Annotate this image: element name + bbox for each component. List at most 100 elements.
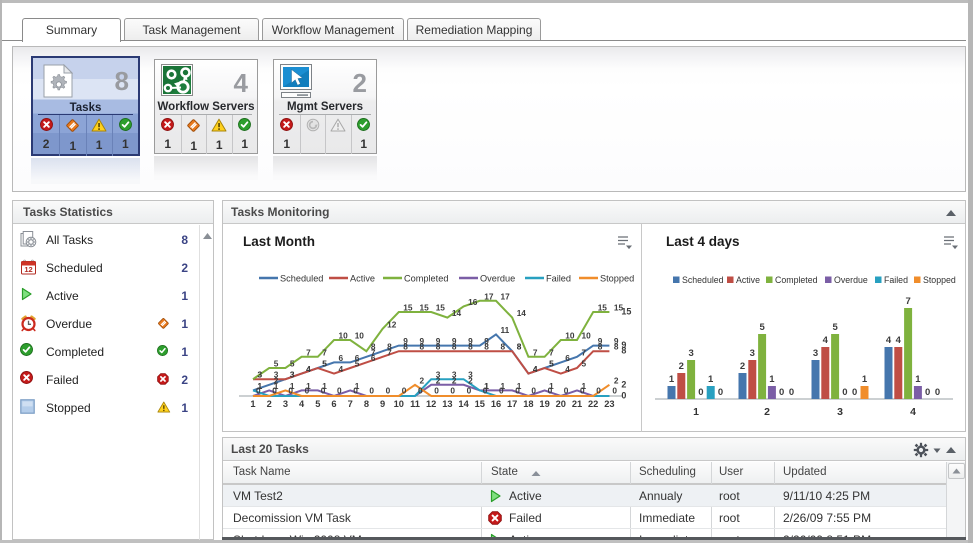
svg-text:8: 8	[621, 346, 626, 356]
svg-text:0: 0	[305, 386, 310, 396]
svg-text:5: 5	[315, 399, 320, 409]
svg-text:0: 0	[321, 386, 326, 396]
svg-text:3: 3	[468, 370, 473, 380]
svg-text:2: 2	[420, 375, 425, 385]
svg-text:4: 4	[339, 364, 344, 374]
svg-text:2: 2	[679, 361, 684, 372]
svg-text:3: 3	[452, 370, 457, 380]
svg-text:10: 10	[339, 331, 349, 341]
svg-text:1: 1	[769, 374, 775, 385]
svg-text:14: 14	[517, 308, 527, 318]
svg-text:0: 0	[842, 387, 847, 398]
svg-text:3: 3	[436, 370, 441, 380]
svg-text:6: 6	[565, 353, 570, 363]
svg-text:3: 3	[274, 370, 279, 380]
svg-text:6: 6	[371, 353, 376, 363]
svg-text:0: 0	[402, 386, 407, 396]
svg-text:8: 8	[614, 342, 619, 352]
svg-text:16: 16	[468, 297, 478, 307]
svg-text:21: 21	[572, 399, 582, 409]
svg-text:3: 3	[813, 348, 818, 359]
svg-text:Active: Active	[350, 274, 375, 284]
svg-text:0: 0	[483, 386, 488, 396]
svg-text:0: 0	[596, 386, 601, 396]
svg-text:1: 1	[669, 374, 675, 385]
svg-text:17: 17	[484, 291, 494, 301]
svg-text:4: 4	[306, 364, 311, 374]
svg-text:Completed: Completed	[775, 275, 818, 285]
svg-text:0: 0	[852, 387, 857, 398]
svg-text:0: 0	[450, 386, 455, 396]
svg-text:7: 7	[322, 347, 327, 357]
svg-text:15: 15	[403, 303, 413, 313]
svg-text:4: 4	[533, 364, 538, 374]
svg-text:1: 1	[862, 374, 868, 385]
svg-text:1: 1	[250, 399, 255, 409]
svg-text:12: 12	[24, 265, 32, 274]
svg-text:Completed: Completed	[404, 274, 448, 284]
svg-text:8: 8	[420, 342, 425, 352]
svg-text:Overdue: Overdue	[480, 274, 515, 284]
svg-text:12: 12	[426, 399, 436, 409]
svg-text:11: 11	[501, 325, 510, 335]
svg-text:17: 17	[507, 399, 517, 409]
svg-text:8: 8	[436, 342, 441, 352]
svg-text:0: 0	[612, 386, 617, 396]
svg-text:4: 4	[910, 406, 916, 418]
svg-text:7: 7	[387, 347, 392, 357]
svg-text:9: 9	[380, 399, 385, 409]
svg-text:0: 0	[698, 387, 703, 398]
svg-text:5: 5	[832, 322, 838, 333]
svg-text:0: 0	[418, 386, 423, 396]
svg-text:7: 7	[533, 347, 538, 357]
svg-text:0: 0	[925, 387, 930, 398]
svg-text:0: 0	[434, 386, 439, 396]
svg-text:5: 5	[290, 359, 295, 369]
svg-text:0: 0	[467, 386, 472, 396]
svg-text:3: 3	[290, 370, 295, 380]
svg-text:3: 3	[837, 406, 843, 418]
svg-text:12: 12	[387, 319, 397, 329]
svg-text:8: 8	[371, 342, 376, 352]
svg-text:1: 1	[693, 406, 699, 418]
svg-text:10: 10	[582, 331, 592, 341]
svg-text:4: 4	[565, 364, 570, 374]
svg-text:6: 6	[339, 353, 344, 363]
svg-text:8: 8	[598, 342, 603, 352]
svg-text:0: 0	[515, 386, 520, 396]
svg-text:Stopped: Stopped	[923, 275, 956, 285]
svg-text:5: 5	[759, 322, 765, 333]
svg-text:7: 7	[582, 347, 587, 357]
svg-text:18: 18	[523, 399, 533, 409]
svg-text:13: 13	[442, 399, 452, 409]
svg-text:7: 7	[306, 347, 311, 357]
svg-text:8: 8	[501, 342, 506, 352]
svg-text:10: 10	[355, 331, 365, 341]
svg-text:2: 2	[621, 379, 626, 389]
svg-text:8: 8	[484, 342, 489, 352]
svg-text:0: 0	[272, 386, 277, 396]
svg-text:Scheduled: Scheduled	[682, 275, 724, 285]
svg-text:4: 4	[823, 335, 829, 346]
svg-text:23: 23	[604, 399, 614, 409]
svg-text:19: 19	[539, 399, 549, 409]
svg-text:2: 2	[267, 399, 272, 409]
svg-text:10: 10	[394, 399, 404, 409]
svg-text:1: 1	[258, 381, 263, 391]
svg-text:Scheduled: Scheduled	[280, 274, 323, 284]
svg-text:3: 3	[688, 348, 693, 359]
svg-text:0: 0	[499, 386, 504, 396]
svg-text:Failed: Failed	[884, 275, 908, 285]
svg-text:0: 0	[580, 386, 585, 396]
svg-text:2: 2	[740, 361, 745, 372]
svg-text:15: 15	[475, 399, 485, 409]
svg-text:0: 0	[564, 386, 569, 396]
svg-text:22: 22	[588, 399, 598, 409]
svg-text:8: 8	[452, 342, 457, 352]
svg-text:0: 0	[789, 387, 794, 398]
svg-text:0: 0	[548, 386, 553, 396]
svg-text:2: 2	[764, 406, 770, 418]
svg-text:0: 0	[779, 387, 784, 398]
svg-text:5: 5	[549, 359, 554, 369]
svg-text:5: 5	[322, 359, 327, 369]
